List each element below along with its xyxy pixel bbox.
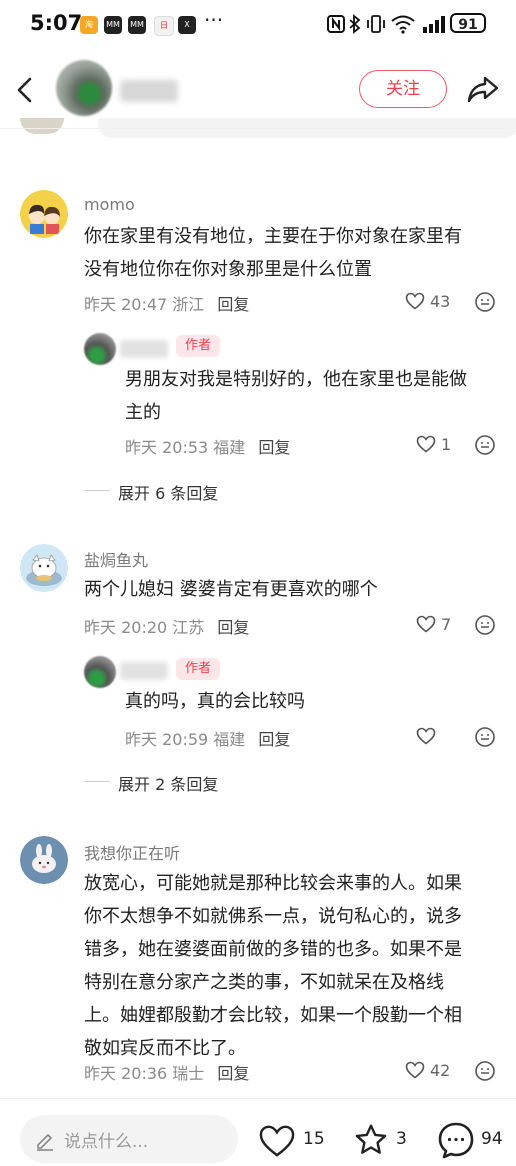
author-name[interactable] [120, 80, 178, 102]
comment-meta: 昨天 20:20 江苏 回复 [84, 614, 249, 638]
reply-text: 男朋友对我是特别好的，他在家里也是能做 主的 [125, 363, 467, 429]
comment-time: 昨天 20:36 [84, 1064, 168, 1083]
comment-username[interactable]: 我想你正在听 [84, 840, 180, 864]
comment-text: 放宽心，可能她就是那种比较会来事的人。如果 你不太想争不如就佛系一点，说句私心的… [84, 867, 462, 1065]
author-reply-avatar[interactable] [84, 656, 116, 688]
comment-username[interactable]: momo [84, 195, 135, 214]
reply-button[interactable]: 回复 [258, 438, 290, 457]
comment-text-line: 特别在意分家产之类的事，不如就呆在及格线 [84, 972, 444, 993]
comment-text: 两个儿媳妇 婆婆肯定有更喜欢的哪个 [84, 573, 378, 606]
comment-location: 瑞士 [172, 1064, 205, 1083]
emoji-reaction-icon[interactable] [474, 726, 496, 748]
comment-text: 你在家里有没有地位，主要在于你对象在家里有 没有地位你在你对象那里是什么位置 [84, 220, 462, 286]
heart-icon[interactable] [416, 615, 436, 633]
reply-location: 福建 [213, 730, 246, 749]
comment-meta: 昨天 20:36 瑞士 回复 [84, 1060, 249, 1084]
comment-time: 昨天 20:47 [84, 295, 168, 314]
previous-comment-fragment [20, 118, 516, 140]
reply-time: 昨天 20:59 [125, 730, 209, 749]
expand-divider [84, 781, 110, 782]
back-arrow-icon[interactable] [14, 76, 36, 104]
pencil-icon [37, 1134, 53, 1151]
comment-location: 浙江 [172, 295, 205, 314]
header-divider [0, 128, 516, 129]
comment-text-line: 错多，她在婆婆面前做的多错的也多。如果不是 [84, 939, 462, 960]
comment-meta: 昨天 20:47 浙江 回复 [84, 291, 249, 315]
author-avatar[interactable] [56, 60, 112, 116]
reply-meta: 昨天 20:59 福建 回复 [125, 726, 290, 750]
comment-text-line: 两个儿媳妇 婆婆肯定有更喜欢的哪个 [84, 579, 378, 600]
wifi-icon [391, 15, 415, 34]
reply-time: 昨天 20:53 [125, 438, 209, 457]
heart-icon[interactable] [405, 292, 425, 310]
emoji-reaction-icon[interactable] [474, 614, 496, 636]
user-avatar-momo[interactable] [20, 190, 68, 238]
reply-text-line: 男朋友对我是特别好的，他在家里也是能做 [125, 369, 467, 390]
comment-text-line: 上。妯娌都殷勤才会比较，如果一个殷勤一个相 [84, 1005, 462, 1026]
app-icon-mm: MM [104, 16, 122, 34]
like-count-total: 15 [303, 1129, 325, 1149]
comment-text-line: 你不太想争不如就佛系一点，说句私心的，说多 [84, 906, 462, 927]
comment-time: 昨天 20:20 [84, 618, 168, 637]
author-reply-name[interactable] [120, 662, 168, 680]
comment-text-line: 你在家里有没有地位，主要在于你对象在家里有 [84, 226, 462, 247]
reply-button[interactable]: 回复 [258, 730, 290, 749]
status-time: 5:07 [30, 11, 83, 35]
comment-count: 94 [481, 1129, 503, 1149]
emoji-reaction-icon[interactable] [474, 434, 496, 456]
heart-icon[interactable] [405, 1061, 425, 1079]
star-count: 3 [396, 1129, 407, 1149]
heart-icon[interactable] [416, 435, 436, 453]
battery-indicator: 91 [450, 13, 486, 33]
comment-location: 江苏 [172, 618, 205, 637]
user-avatar-woxiangnizhengzaiting[interactable] [20, 836, 68, 884]
like-count: 1 [441, 435, 452, 454]
calendar-app-icon: 日 [154, 16, 174, 36]
like-heart-icon[interactable] [258, 1124, 296, 1158]
expand-replies-button[interactable]: 展开 2 条回复 [118, 771, 218, 795]
comment-bubble-icon[interactable] [436, 1120, 476, 1160]
author-tag: 作者 [176, 658, 220, 680]
user-avatar-yanjiyuwan[interactable] [20, 544, 68, 592]
comment-username[interactable]: 盐焗鱼丸 [84, 547, 148, 571]
author-reply-avatar[interactable] [84, 333, 116, 365]
expand-replies-button[interactable]: 展开 6 条回复 [118, 480, 218, 504]
more-notifications-icon: ··· [204, 8, 224, 32]
reply-meta: 昨天 20:53 福建 回复 [125, 434, 290, 458]
author-reply-name[interactable] [120, 340, 168, 358]
nfc-icon [327, 15, 345, 33]
star-icon[interactable] [352, 1122, 390, 1158]
reply-text-line: 主的 [125, 402, 161, 423]
share-icon[interactable] [466, 72, 500, 106]
author-tag: 作者 [176, 335, 220, 357]
taobao-app-icon: 淘 [80, 16, 98, 34]
comment-text-line: 放宽心，可能她就是那种比较会来事的人。如果 [84, 873, 462, 894]
signal-icon [423, 16, 445, 33]
comment-text-line: 没有地位你在你对象那里是什么位置 [84, 259, 372, 280]
like-count: 42 [430, 1061, 451, 1080]
reply-text-line: 真的吗，真的会比较吗 [125, 691, 305, 712]
expand-divider [84, 490, 110, 491]
reply-text: 真的吗，真的会比较吗 [125, 685, 305, 718]
capcut-app-icon: X [178, 16, 196, 34]
vibrate-icon [367, 15, 385, 33]
like-count: 7 [441, 615, 452, 634]
bluetooth-icon [349, 14, 361, 34]
emoji-reaction-icon[interactable] [474, 291, 496, 313]
bottom-divider [0, 1098, 516, 1099]
follow-button[interactable]: 关注 [359, 70, 447, 108]
emoji-reaction-icon[interactable] [474, 1060, 496, 1082]
heart-icon[interactable] [416, 727, 436, 745]
like-count: 43 [430, 292, 451, 311]
reply-location: 福建 [213, 438, 246, 457]
comment-input-placeholder[interactable]: 说点什么... [64, 1127, 148, 1152]
reply-button[interactable]: 回复 [217, 1064, 249, 1083]
app-icon-mm-2: MM [128, 16, 146, 34]
reply-button[interactable]: 回复 [217, 618, 249, 637]
reply-button[interactable]: 回复 [217, 295, 249, 314]
